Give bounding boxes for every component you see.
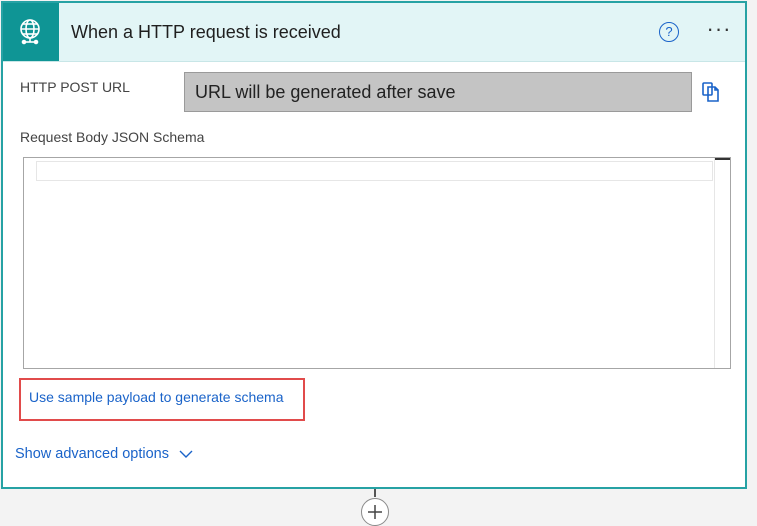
more-options-icon[interactable]: ··· (703, 16, 735, 46)
trigger-header[interactable]: When a HTTP request is received ? ··· (3, 3, 745, 62)
show-advanced-label[interactable]: Show advanced options (15, 446, 169, 462)
help-icon[interactable]: ? (659, 22, 679, 42)
http-post-url-field: URL will be generated after save (184, 72, 692, 112)
http-post-url-label: HTTP POST URL (20, 79, 130, 95)
flow-connector (374, 489, 376, 497)
schema-editor[interactable] (23, 157, 731, 369)
trigger-card: When a HTTP request is received ? ··· HT… (1, 1, 747, 489)
globe-request-icon (3, 3, 59, 61)
schema-label: Request Body JSON Schema (20, 129, 205, 145)
schema-scrollbar[interactable] (714, 158, 730, 368)
trigger-title[interactable]: When a HTTP request is received (71, 22, 341, 43)
copy-icon[interactable] (701, 81, 721, 103)
schema-current-line[interactable] (36, 161, 713, 181)
show-advanced-options-link[interactable]: Show advanced options (15, 446, 193, 462)
plus-icon (368, 505, 382, 519)
sample-payload-link[interactable]: Use sample payload to generate schema (19, 378, 305, 421)
chevron-down-icon (179, 450, 193, 458)
